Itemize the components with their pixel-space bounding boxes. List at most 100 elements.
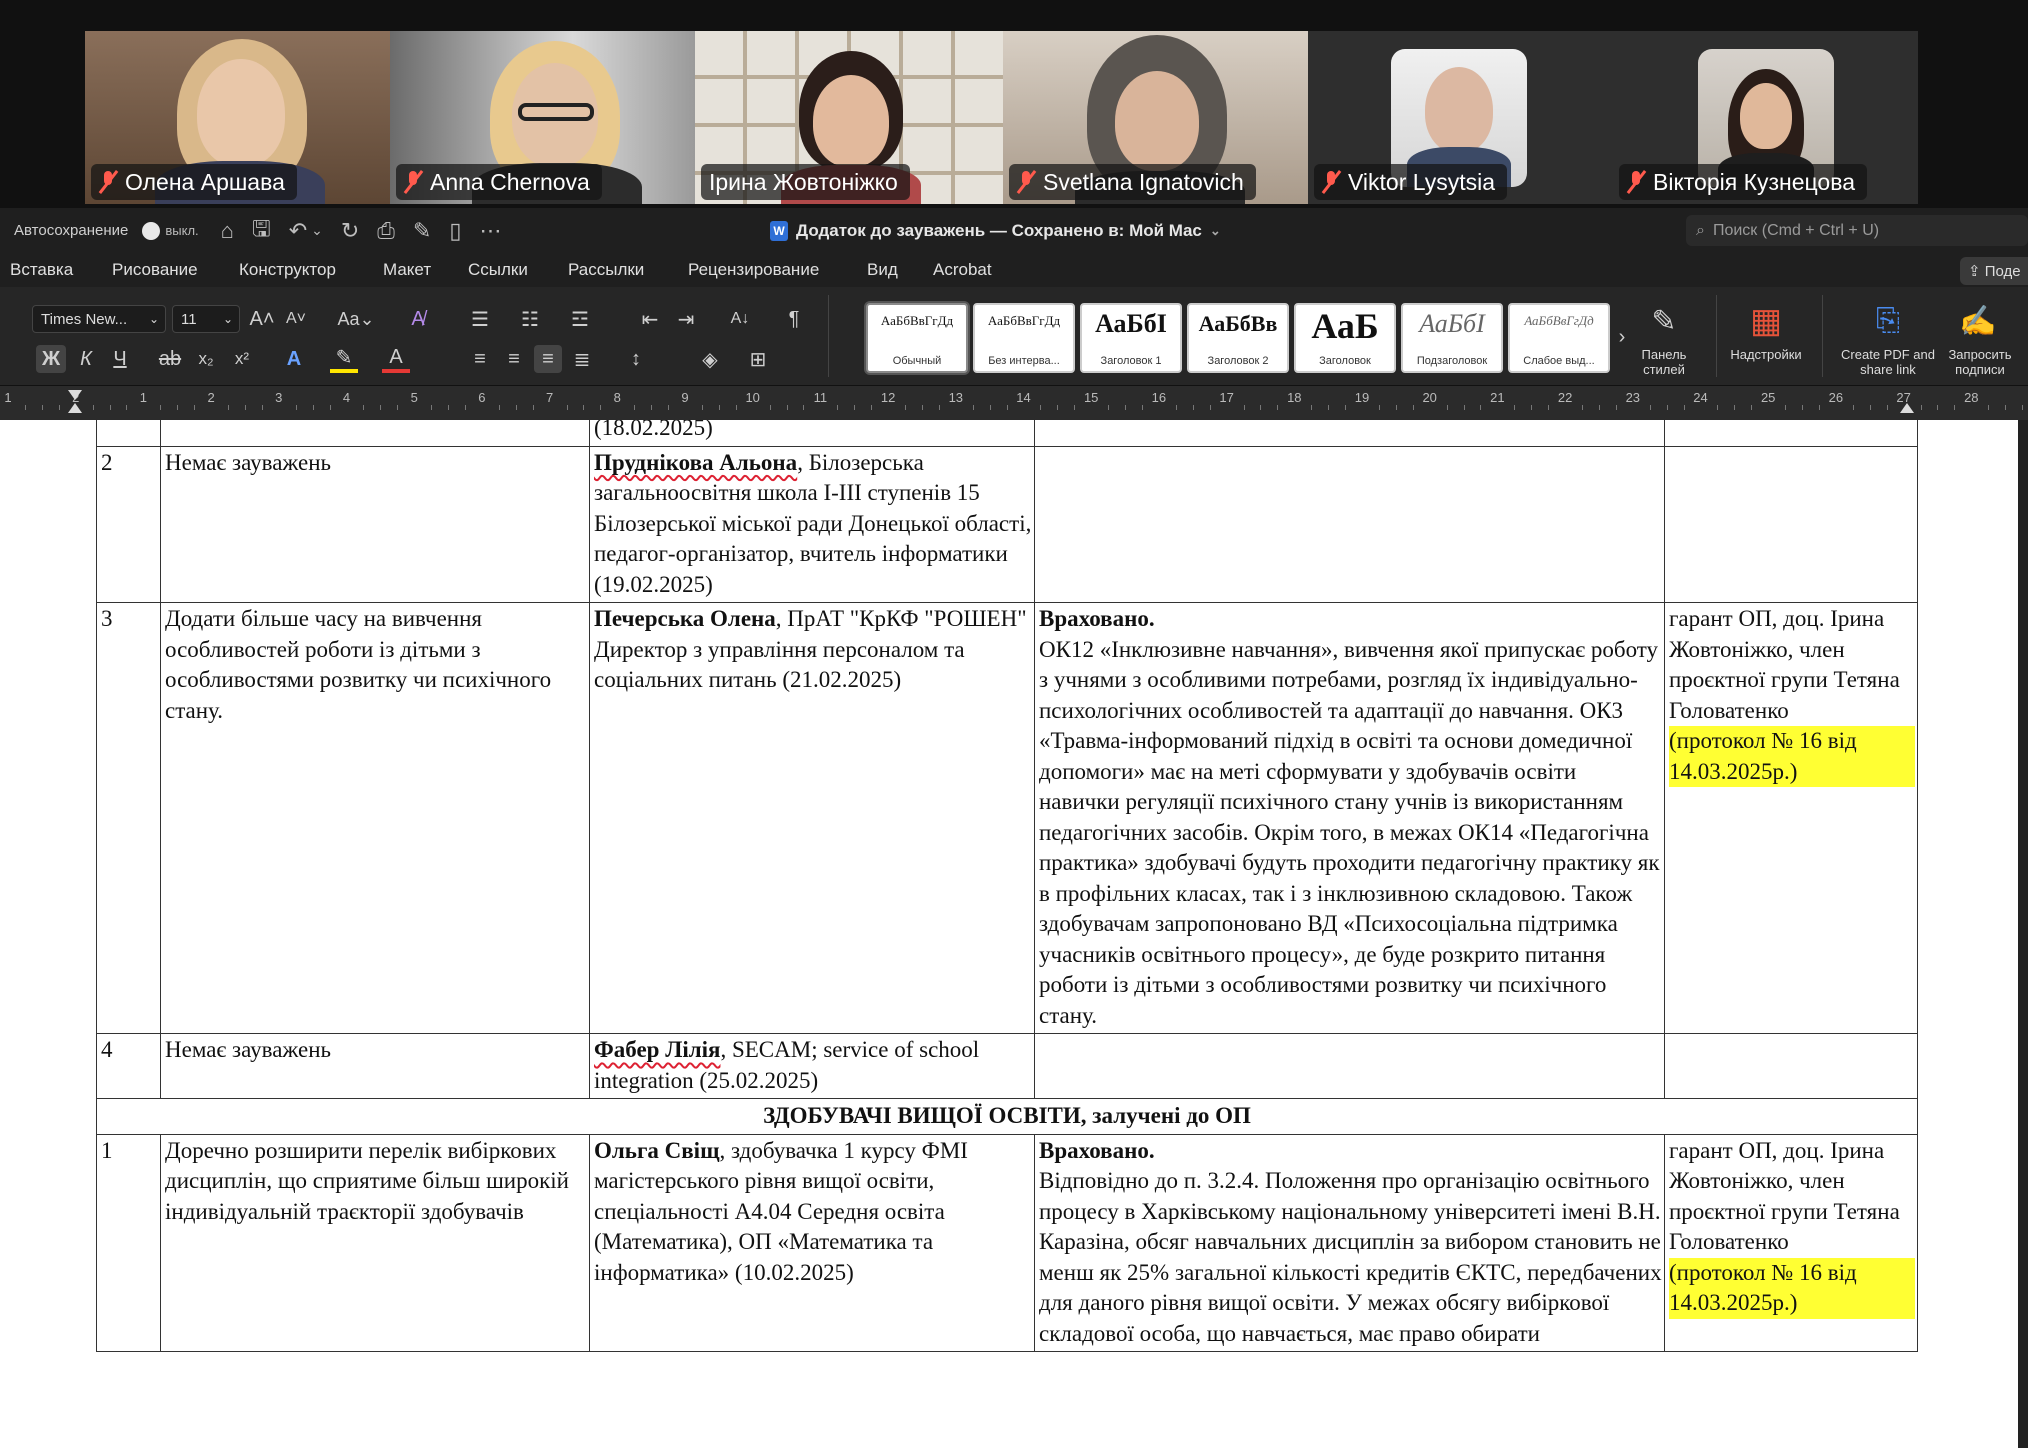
more-icon[interactable]: ⋯ <box>479 218 501 244</box>
responsible-cell[interactable]: гарант ОП, доц. Ірина Жовтоніжко, член п… <box>1664 1133 1918 1352</box>
document-page[interactable]: (18.02.2025) 2 Немає зауважень Прудніков… <box>0 420 2018 1448</box>
document-title[interactable]: W Додаток до зауважень — Сохранено в: Мо… <box>770 208 1221 253</box>
autosave-toggle[interactable]: выкл. <box>142 221 199 240</box>
tab-design[interactable]: Конструктор <box>239 253 336 287</box>
vertical-scrollbar[interactable] <box>2018 420 2028 1448</box>
multilevel-list-icon[interactable]: ☲ <box>566 305 594 333</box>
align-left-icon[interactable]: ≡ <box>466 345 494 373</box>
align-right-icon[interactable]: ≡ <box>534 345 562 373</box>
save-icon[interactable]: 🖫 <box>252 212 271 250</box>
tab-draw[interactable]: Рисование <box>112 253 198 287</box>
share-button[interactable]: ⇪ Поде <box>1960 257 2028 285</box>
remark-cell[interactable]: Додати більше часу на вивчення особливос… <box>160 602 590 1034</box>
participant-tile-1[interactable]: Олена Аршава <box>85 31 390 204</box>
style-heading-2[interactable]: АаБбВв Заголовок 2 <box>1187 303 1289 373</box>
row-number[interactable]: 3 <box>96 602 161 1034</box>
text-effects-icon[interactable]: A <box>280 345 308 373</box>
decrease-indent-icon[interactable]: ⇤ <box>636 305 664 333</box>
sort-icon[interactable]: A↓ <box>726 305 754 333</box>
remarks-table[interactable]: (18.02.2025) 2 Немає зауважень Прудніков… <box>96 420 1918 1352</box>
style-heading-1[interactable]: АаБбІ Заголовок 1 <box>1080 303 1182 373</box>
style-subtitle[interactable]: АаБбІ Подзаголовок <box>1401 303 1503 373</box>
undo-icon[interactable]: ↶ <box>289 218 307 244</box>
tab-references[interactable]: Ссылки <box>468 253 528 287</box>
response-cell[interactable]: Враховано. ОК12 «Інклюзивне навчання», ви… <box>1034 602 1665 1034</box>
first-line-indent-marker[interactable] <box>68 390 82 400</box>
line-spacing-icon[interactable]: ↕ <box>622 345 650 373</box>
table-cell[interactable]: (18.02.2025) <box>589 420 1035 447</box>
participant-tile-4[interactable]: Svetlana Ignatovich <box>1003 31 1308 204</box>
row-number[interactable]: 2 <box>96 445 161 603</box>
font-name-select[interactable]: Times New... ⌄ <box>32 305 166 333</box>
author-cell[interactable]: Печерська Олена, ПрАТ "КрКФ "РОШЕН" Дире… <box>589 602 1035 1034</box>
styles-pane-icon[interactable]: ✎ <box>1642 301 1686 341</box>
horizontal-ruler[interactable]: 1212345678910111213141516171819202122232… <box>0 386 2028 420</box>
style-subtle-emphasis[interactable]: АаБбВвГгДд Слабое выд... <box>1508 303 1610 373</box>
responsible-cell[interactable] <box>1664 445 1918 603</box>
strikethrough-icon[interactable]: ab <box>156 345 184 373</box>
author-cell[interactable]: Ольга Свіщ, здобувачка 1 курсу ФМІ магіс… <box>589 1133 1035 1352</box>
response-cell[interactable] <box>1034 445 1665 603</box>
edit-document-icon[interactable]: ✎ <box>413 218 431 244</box>
shading-icon[interactable]: ◈ <box>696 345 724 373</box>
request-signature-icon[interactable]: ✍ <box>1958 301 1998 341</box>
tab-acrobat[interactable]: Acrobat <box>933 253 992 287</box>
request-signatures-button[interactable]: Запросить подписи <box>1938 347 2022 377</box>
remark-cell[interactable]: Немає зауважень <box>160 1033 590 1099</box>
style-normal[interactable]: АаБбВвГгДд Обычный <box>866 303 968 373</box>
styles-pane-button[interactable]: Панель стилей <box>1620 347 1708 377</box>
responsible-cell[interactable] <box>1664 1033 1918 1099</box>
italic-button[interactable]: К <box>72 345 100 373</box>
author-cell[interactable]: Пруднікова Альона, Білозерська загальноо… <box>589 445 1035 603</box>
addins-button[interactable]: Надстройки <box>1716 347 1816 362</box>
participant-tile-2[interactable]: Anna Chernova <box>390 31 695 204</box>
response-cell[interactable]: Враховано. Відповідно до п. 3.2.4. Положе… <box>1034 1133 1665 1352</box>
participant-tile-6[interactable]: Вікторія Кузнецова <box>1613 31 1918 204</box>
grow-font-icon[interactable]: A˄ <box>248 305 276 333</box>
subscript-icon[interactable]: x₂ <box>192 345 220 373</box>
new-document-icon[interactable]: ▯ <box>449 218 461 244</box>
underline-button[interactable]: Ч <box>106 345 134 373</box>
print-icon[interactable]: ⎙ <box>377 218 395 244</box>
style-no-spacing[interactable]: АаБбВвГгДд Без интерва... <box>973 303 1075 373</box>
addins-icon[interactable]: ▦ <box>1744 301 1788 341</box>
borders-icon[interactable]: ⊞ <box>744 345 772 373</box>
font-size-select[interactable]: 11 ⌄ <box>172 305 240 333</box>
superscript-icon[interactable]: x² <box>228 345 256 373</box>
participant-tile-3[interactable]: Ірина Жовтоніжко <box>695 31 1003 204</box>
create-pdf-icon[interactable]: ⎘ <box>1868 301 1908 341</box>
responsible-cell[interactable]: гарант ОП, доц. Ірина Жовтоніжко, член п… <box>1664 602 1918 1034</box>
left-indent-marker[interactable] <box>68 403 82 413</box>
increase-indent-icon[interactable]: ⇥ <box>672 305 700 333</box>
participant-tile-5[interactable]: Viktor Lysytsia <box>1308 31 1613 204</box>
tab-review[interactable]: Рецензирование <box>688 253 819 287</box>
justify-icon[interactable]: ≣ <box>568 345 596 373</box>
row-number[interactable]: 1 <box>96 1133 161 1352</box>
tab-view[interactable]: Вид <box>867 253 898 287</box>
tab-mailings[interactable]: Рассылки <box>568 253 644 287</box>
chevron-down-icon[interactable]: ⌄ <box>311 222 323 239</box>
home-icon[interactable]: ⌂ <box>221 218 234 244</box>
align-center-icon[interactable]: ≡ <box>500 345 528 373</box>
redo-icon[interactable]: ↻ <box>341 218 359 244</box>
search-input[interactable]: ⌕ Поиск (Cmd + Ctrl + U) <box>1686 215 2028 246</box>
clear-formatting-icon[interactable]: A̸ <box>404 305 432 333</box>
row-number[interactable]: 4 <box>96 1033 161 1099</box>
tab-layout[interactable]: Макет <box>383 253 431 287</box>
bold-button[interactable]: Ж <box>36 345 66 373</box>
change-case-icon[interactable]: Aa⌄ <box>334 305 378 333</box>
document-canvas[interactable]: (18.02.2025) 2 Немає зауважень Прудніков… <box>0 420 2028 1448</box>
highlight-icon[interactable]: ✎ <box>330 345 358 373</box>
remark-cell[interactable]: Немає зауважень <box>160 445 590 603</box>
section-heading[interactable]: ЗДОБУВАЧІ ВИЩОЇ ОСВІТИ, залучені до ОП <box>96 1098 1918 1135</box>
tab-insert[interactable]: Вставка <box>10 253 73 287</box>
font-color-icon[interactable]: A <box>382 345 410 373</box>
response-cell[interactable] <box>1034 1033 1665 1099</box>
author-cell[interactable]: Фабер Лілія, SECAM; service of school in… <box>589 1033 1035 1099</box>
pilcrow-icon[interactable]: ¶ <box>780 305 808 333</box>
numbering-icon[interactable]: ☷ <box>516 305 544 333</box>
remark-cell[interactable]: Доречно розширити перелік вибіркових дис… <box>160 1133 590 1352</box>
bullets-icon[interactable]: ☰ <box>466 305 494 333</box>
create-pdf-button[interactable]: Create PDF and share link <box>1836 347 1940 377</box>
style-title[interactable]: АаБ Заголовок <box>1294 303 1396 373</box>
